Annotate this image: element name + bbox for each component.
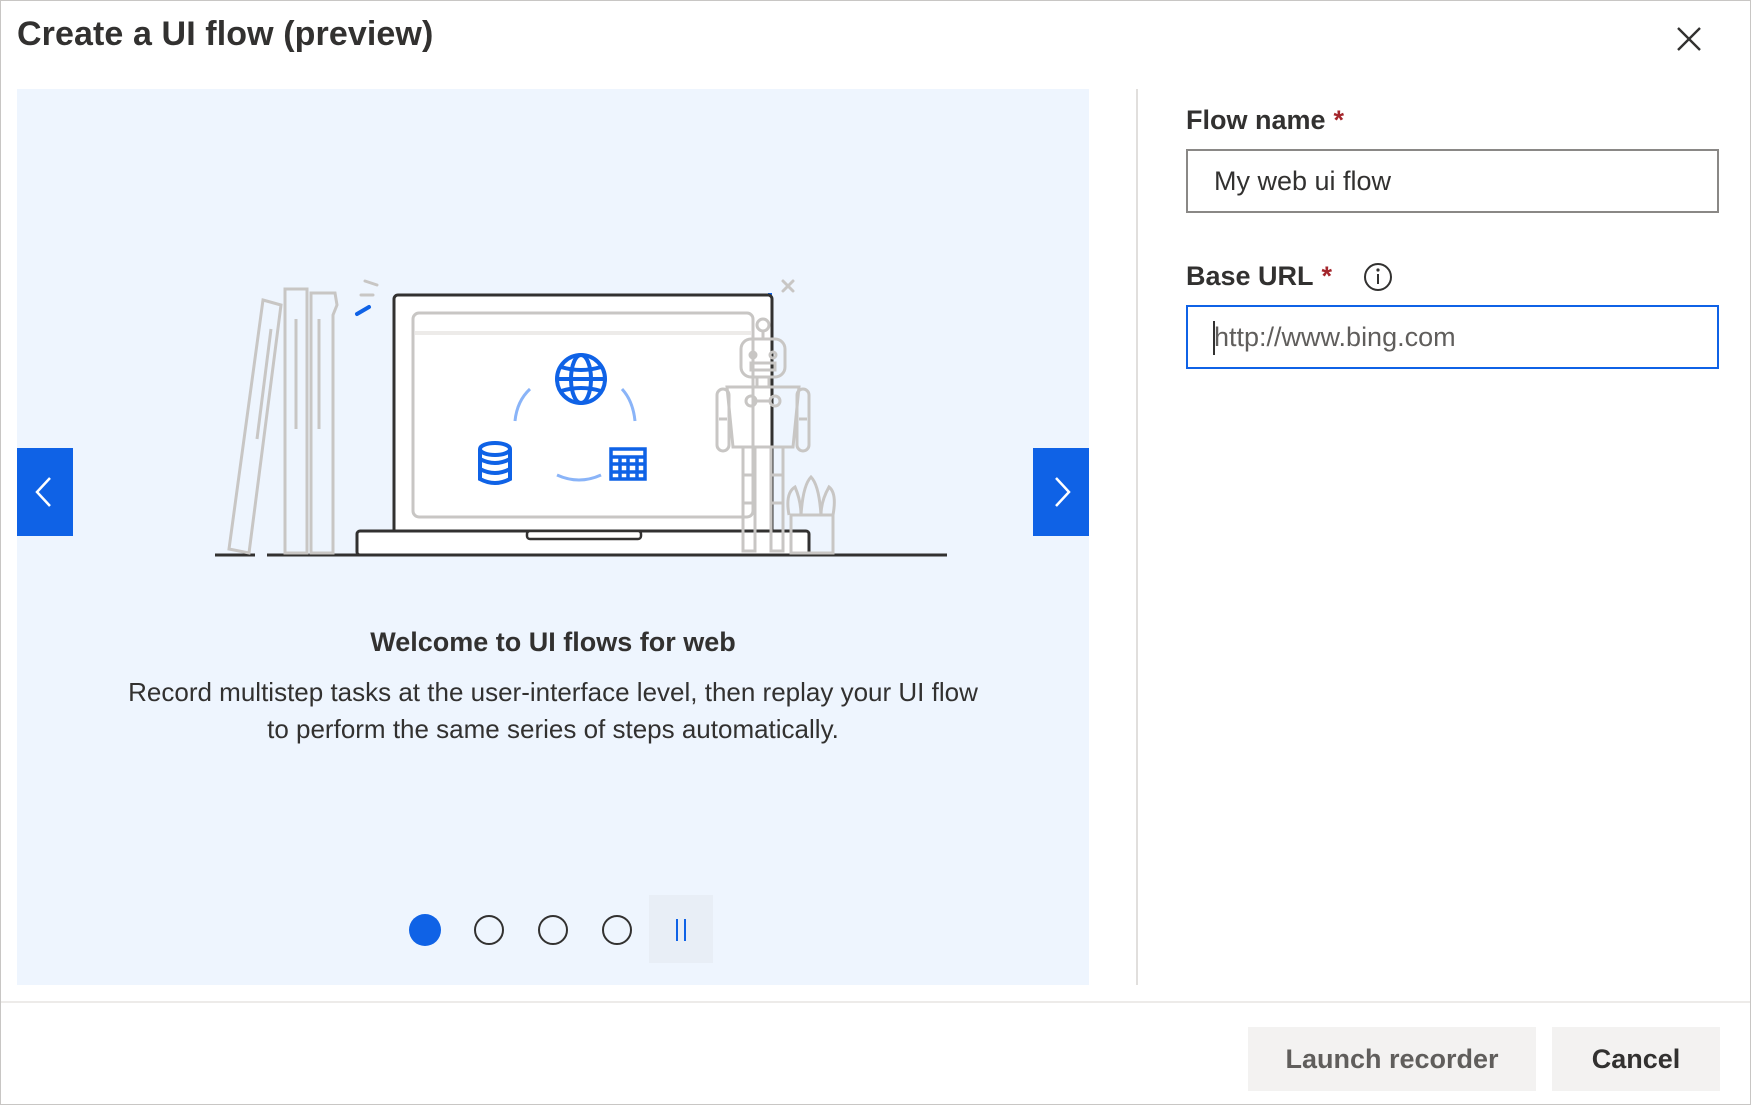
laptop-robot-illustration (215, 279, 947, 557)
flow-name-label-text: Flow name (1186, 105, 1326, 135)
carousel-prev-button[interactable] (17, 448, 73, 536)
pause-icon (676, 919, 686, 941)
dialog-title: Create a UI flow (preview) (17, 15, 434, 53)
vertical-divider (1136, 89, 1138, 985)
required-asterisk: * (1321, 261, 1333, 291)
carousel-pagination (17, 895, 1089, 965)
info-icon[interactable] (1362, 261, 1394, 293)
carousel-dot-4[interactable] (602, 915, 632, 945)
base-url-field[interactable] (1186, 305, 1719, 369)
slide-description: Record multistep tasks at the user-inter… (128, 677, 978, 744)
carousel-dot-2[interactable] (474, 915, 504, 945)
intro-carousel: Welcome to UI flows for web Record multi… (17, 89, 1089, 985)
cancel-button[interactable]: Cancel (1552, 1027, 1720, 1091)
launch-recorder-button[interactable]: Launch recorder (1248, 1027, 1536, 1091)
flow-name-field[interactable] (1186, 149, 1719, 213)
create-ui-flow-dialog: Create a UI flow (preview) Welcome to UI… (0, 0, 1751, 1105)
chevron-right-icon (1055, 477, 1071, 507)
footer-divider (1, 1001, 1750, 1003)
carousel-dot-1[interactable] (409, 914, 441, 946)
carousel-dot-3[interactable] (538, 915, 568, 945)
slide-heading: Welcome to UI flows for web (370, 627, 736, 657)
close-button[interactable] (1667, 17, 1711, 61)
base-url-label-text: Base URL (1186, 261, 1314, 291)
base-url-input[interactable] (1188, 307, 1717, 367)
close-icon (1677, 27, 1701, 51)
carousel-next-button[interactable] (1033, 448, 1089, 536)
flow-name-label: Flow name * (1186, 105, 1344, 136)
chevron-left-icon (35, 477, 51, 507)
required-asterisk: * (1333, 105, 1345, 135)
carousel-pause-button[interactable] (649, 895, 713, 963)
text-caret (1213, 321, 1215, 355)
flow-name-input[interactable] (1188, 151, 1717, 211)
base-url-label: Base URL * (1186, 261, 1332, 292)
